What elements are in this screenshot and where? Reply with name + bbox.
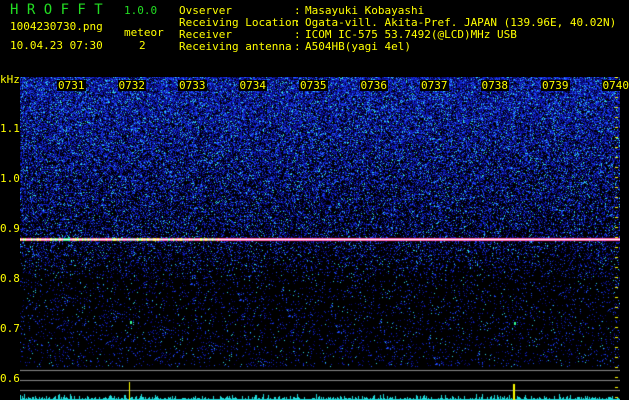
time-tick-label: 0738 (480, 79, 509, 92)
y-tick-label: 1.1 (0, 122, 20, 135)
meteor-label: meteor (124, 26, 164, 39)
time-tick-label: 0736 (359, 79, 388, 92)
y-unit-label: kHz (0, 73, 20, 86)
y-tick-label: 0.8 (0, 272, 20, 285)
time-tick-label: 0739 (541, 79, 570, 92)
antenna-label: Receiving antenna (179, 40, 292, 53)
filename: 1004230730.png (10, 20, 103, 33)
time-tick-label: 0734 (238, 79, 267, 92)
y-tick-label: 1.0 (0, 172, 20, 185)
datetime: 10.04.23 07:30 (10, 39, 103, 52)
time-tick-label: 0733 (178, 79, 207, 92)
antenna-value: A504HB(yagi 4el) (305, 40, 411, 53)
time-tick-label: 0731 (57, 79, 86, 92)
app-version: 1.0.0 (124, 4, 158, 17)
hrofft-window: H R O F F T 1.0.0 1004230730.png meteor … (0, 0, 629, 400)
y-tick-label: 0.9 (0, 222, 20, 235)
meteor-count: 2 (139, 39, 146, 52)
time-tick-label: 0740 (601, 79, 629, 92)
y-tick-label: 0.6 (0, 372, 20, 385)
spectrogram-canvas (20, 77, 620, 400)
time-tick-label: 0735 (299, 79, 328, 92)
y-tick-label: 0.7 (0, 322, 20, 335)
colon: : (294, 40, 301, 53)
time-tick-label: 0732 (117, 79, 146, 92)
time-tick-label: 0737 (420, 79, 449, 92)
app-title: H R O F F T (10, 2, 103, 18)
